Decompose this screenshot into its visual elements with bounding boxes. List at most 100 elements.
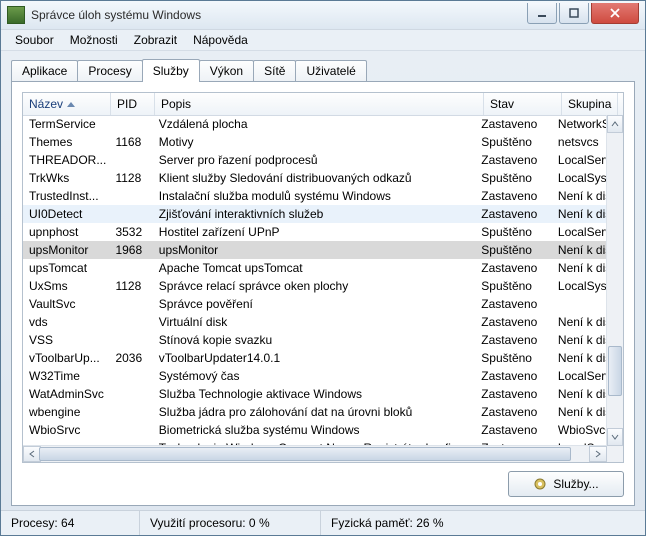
cell: Spuštěno: [475, 351, 552, 365]
tab-aplikace[interactable]: Aplikace: [11, 60, 78, 81]
window-buttons: [525, 3, 639, 23]
maximize-icon: [569, 8, 579, 18]
cell: Není k dispozici: [552, 351, 607, 365]
cell: vToolbarUp...: [23, 351, 109, 365]
vscroll-thumb[interactable]: [608, 346, 622, 396]
scroll-down-button[interactable]: [607, 428, 623, 446]
close-button[interactable]: [591, 3, 639, 24]
cell: upsTomcat: [23, 261, 109, 275]
table-row[interactable]: vToolbarUp...2036vToolbarUpdater14.0.1Sp…: [23, 349, 607, 367]
table-row[interactable]: THREADOR...Server pro řazení podprocesůZ…: [23, 151, 607, 169]
tab-služby[interactable]: Služby: [142, 59, 200, 82]
cell: wbengine: [23, 405, 109, 419]
cell: Hostitel zařízení UPnP: [153, 225, 475, 239]
cell: Vzdálená plocha: [153, 117, 475, 131]
table-row[interactable]: VaultSvcSprávce pověřeníZastaveno: [23, 295, 607, 313]
table-row[interactable]: WbioSrvc Biometrická služba systému Windo…: [23, 421, 607, 439]
cell: 1968: [109, 243, 152, 257]
table-row[interactable]: VSS Stínová kopie svazkuZastavenoNení k d…: [23, 331, 607, 349]
vertical-scrollbar[interactable]: [606, 115, 623, 446]
services-button[interactable]: Služby...: [508, 471, 624, 497]
cell: Motivy: [153, 135, 475, 149]
cell: Spuštěno: [475, 243, 552, 257]
cell: Není k dispozici: [552, 243, 607, 257]
titlebar[interactable]: Správce úloh systému Windows: [1, 1, 645, 30]
table-row[interactable]: UxSms1128Správce relací správce oken plo…: [23, 277, 607, 295]
cell: Správce relací správce oken plochy: [153, 279, 475, 293]
tab-výkon[interactable]: Výkon: [199, 60, 254, 81]
table-row[interactable]: upsTomcatApache Tomcat upsTomcatZastaven…: [23, 259, 607, 277]
cell: Zastaveno: [475, 423, 552, 437]
cell: Není k dispozici: [552, 405, 607, 419]
cell: Zastaveno: [475, 387, 552, 401]
table-row[interactable]: wbengine Služba jádra pro zálohování dat …: [23, 403, 607, 421]
cell: Zastaveno: [475, 153, 552, 167]
table-row[interactable]: W32TimeSystémový časZastavenoLocalServic…: [23, 367, 607, 385]
cell: LocalService: [552, 225, 607, 239]
hscroll-thumb[interactable]: [39, 447, 571, 461]
maximize-button[interactable]: [559, 3, 589, 24]
chevron-left-icon: [28, 450, 36, 458]
cell: upsMonitor: [153, 243, 475, 257]
cell: LocalService: [552, 369, 607, 383]
tab-sítě[interactable]: Sítě: [253, 60, 296, 81]
menu-nápověda[interactable]: Nápověda: [185, 31, 256, 49]
table-row[interactable]: TrustedInst...Instalační služba modulů s…: [23, 187, 607, 205]
window-title: Správce úloh systému Windows: [31, 8, 525, 22]
cell: Zastaveno: [475, 369, 552, 383]
menu-soubor[interactable]: Soubor: [7, 31, 62, 49]
tab-procesy[interactable]: Procesy: [77, 60, 142, 81]
cell: Biometrická služba systému Windows: [153, 423, 475, 437]
table-row[interactable]: upnphost3532Hostitel zařízení UPnPSpuště…: [23, 223, 607, 241]
status-memory: Fyzická paměť: 26 %: [321, 511, 454, 535]
close-icon: [609, 8, 621, 18]
column-header-skupina[interactable]: Skupina: [562, 93, 618, 115]
menu-možnosti[interactable]: Možnosti: [62, 31, 126, 49]
cell: netsvcs: [552, 135, 607, 149]
menu-zobrazit[interactable]: Zobrazit: [126, 31, 185, 49]
cell: WbioSrvc: [23, 423, 109, 437]
tab-panel-services: NázevPIDPopisStavSkupina TermService Vzdá…: [11, 81, 635, 506]
cell: WbioSvcGroup: [552, 423, 607, 437]
cell: Zastaveno: [475, 207, 552, 221]
sort-indicator-icon: [67, 102, 75, 107]
tab-uživatelé[interactable]: Uživatelé: [295, 60, 366, 81]
table-row[interactable]: UI0DetectZjišťování interaktivních služe…: [23, 205, 607, 223]
column-header-název[interactable]: Název: [23, 93, 111, 115]
scroll-corner: [607, 446, 623, 462]
panel-footer: Služby...: [22, 463, 624, 497]
cell: upnphost: [23, 225, 109, 239]
chevron-down-icon: [611, 433, 619, 441]
table-row[interactable]: vdsVirtuální diskZastavenoNení k dispozi…: [23, 313, 607, 331]
services-list: NázevPIDPopisStavSkupina TermService Vzdá…: [22, 92, 624, 463]
table-row[interactable]: TrkWks1128Klient služby Sledování distri…: [23, 169, 607, 187]
table-row[interactable]: upsMonitor1968upsMonitorSpuštěnoNení k d…: [23, 241, 607, 259]
vscroll-track[interactable]: [607, 131, 623, 430]
column-header-popis[interactable]: Popis: [155, 93, 484, 115]
cell: Služba jádra pro zálohování dat na úrovn…: [153, 405, 475, 419]
cell: upsMonitor: [23, 243, 109, 257]
cell: Není k dispozici: [552, 387, 607, 401]
minimize-button[interactable]: [527, 3, 557, 24]
scroll-right-button[interactable]: [589, 446, 607, 462]
cell: Themes: [23, 135, 109, 149]
cell: TrustedInst...: [23, 189, 109, 203]
hscroll-track[interactable]: [39, 447, 591, 461]
cell: Není k dispozici: [552, 333, 607, 347]
cell: Spuštěno: [475, 225, 552, 239]
table-row[interactable]: Themes1168MotivySpuštěnonetsvcs: [23, 133, 607, 151]
cell: VSS: [23, 333, 109, 347]
chevron-right-icon: [594, 450, 602, 458]
client-area: AplikaceProcesySlužbyVýkonSítěUživatelé …: [1, 51, 645, 510]
cell: Spuštěno: [475, 171, 552, 185]
cell: LocalService: [552, 153, 607, 167]
cell: Zastaveno: [475, 333, 552, 347]
table-row[interactable]: TermServiceVzdálená plochaZastavenoNetwo…: [23, 115, 607, 133]
column-header-pid[interactable]: PID: [111, 93, 155, 115]
cell: Server pro řazení podprocesů: [153, 153, 475, 167]
cell: TermService: [23, 117, 109, 131]
table-row[interactable]: WatAdminSvcSlužba Technologie aktivace W…: [23, 385, 607, 403]
cell: Stínová kopie svazku: [153, 333, 475, 347]
horizontal-scrollbar[interactable]: [23, 445, 607, 462]
column-header-stav[interactable]: Stav: [484, 93, 562, 115]
